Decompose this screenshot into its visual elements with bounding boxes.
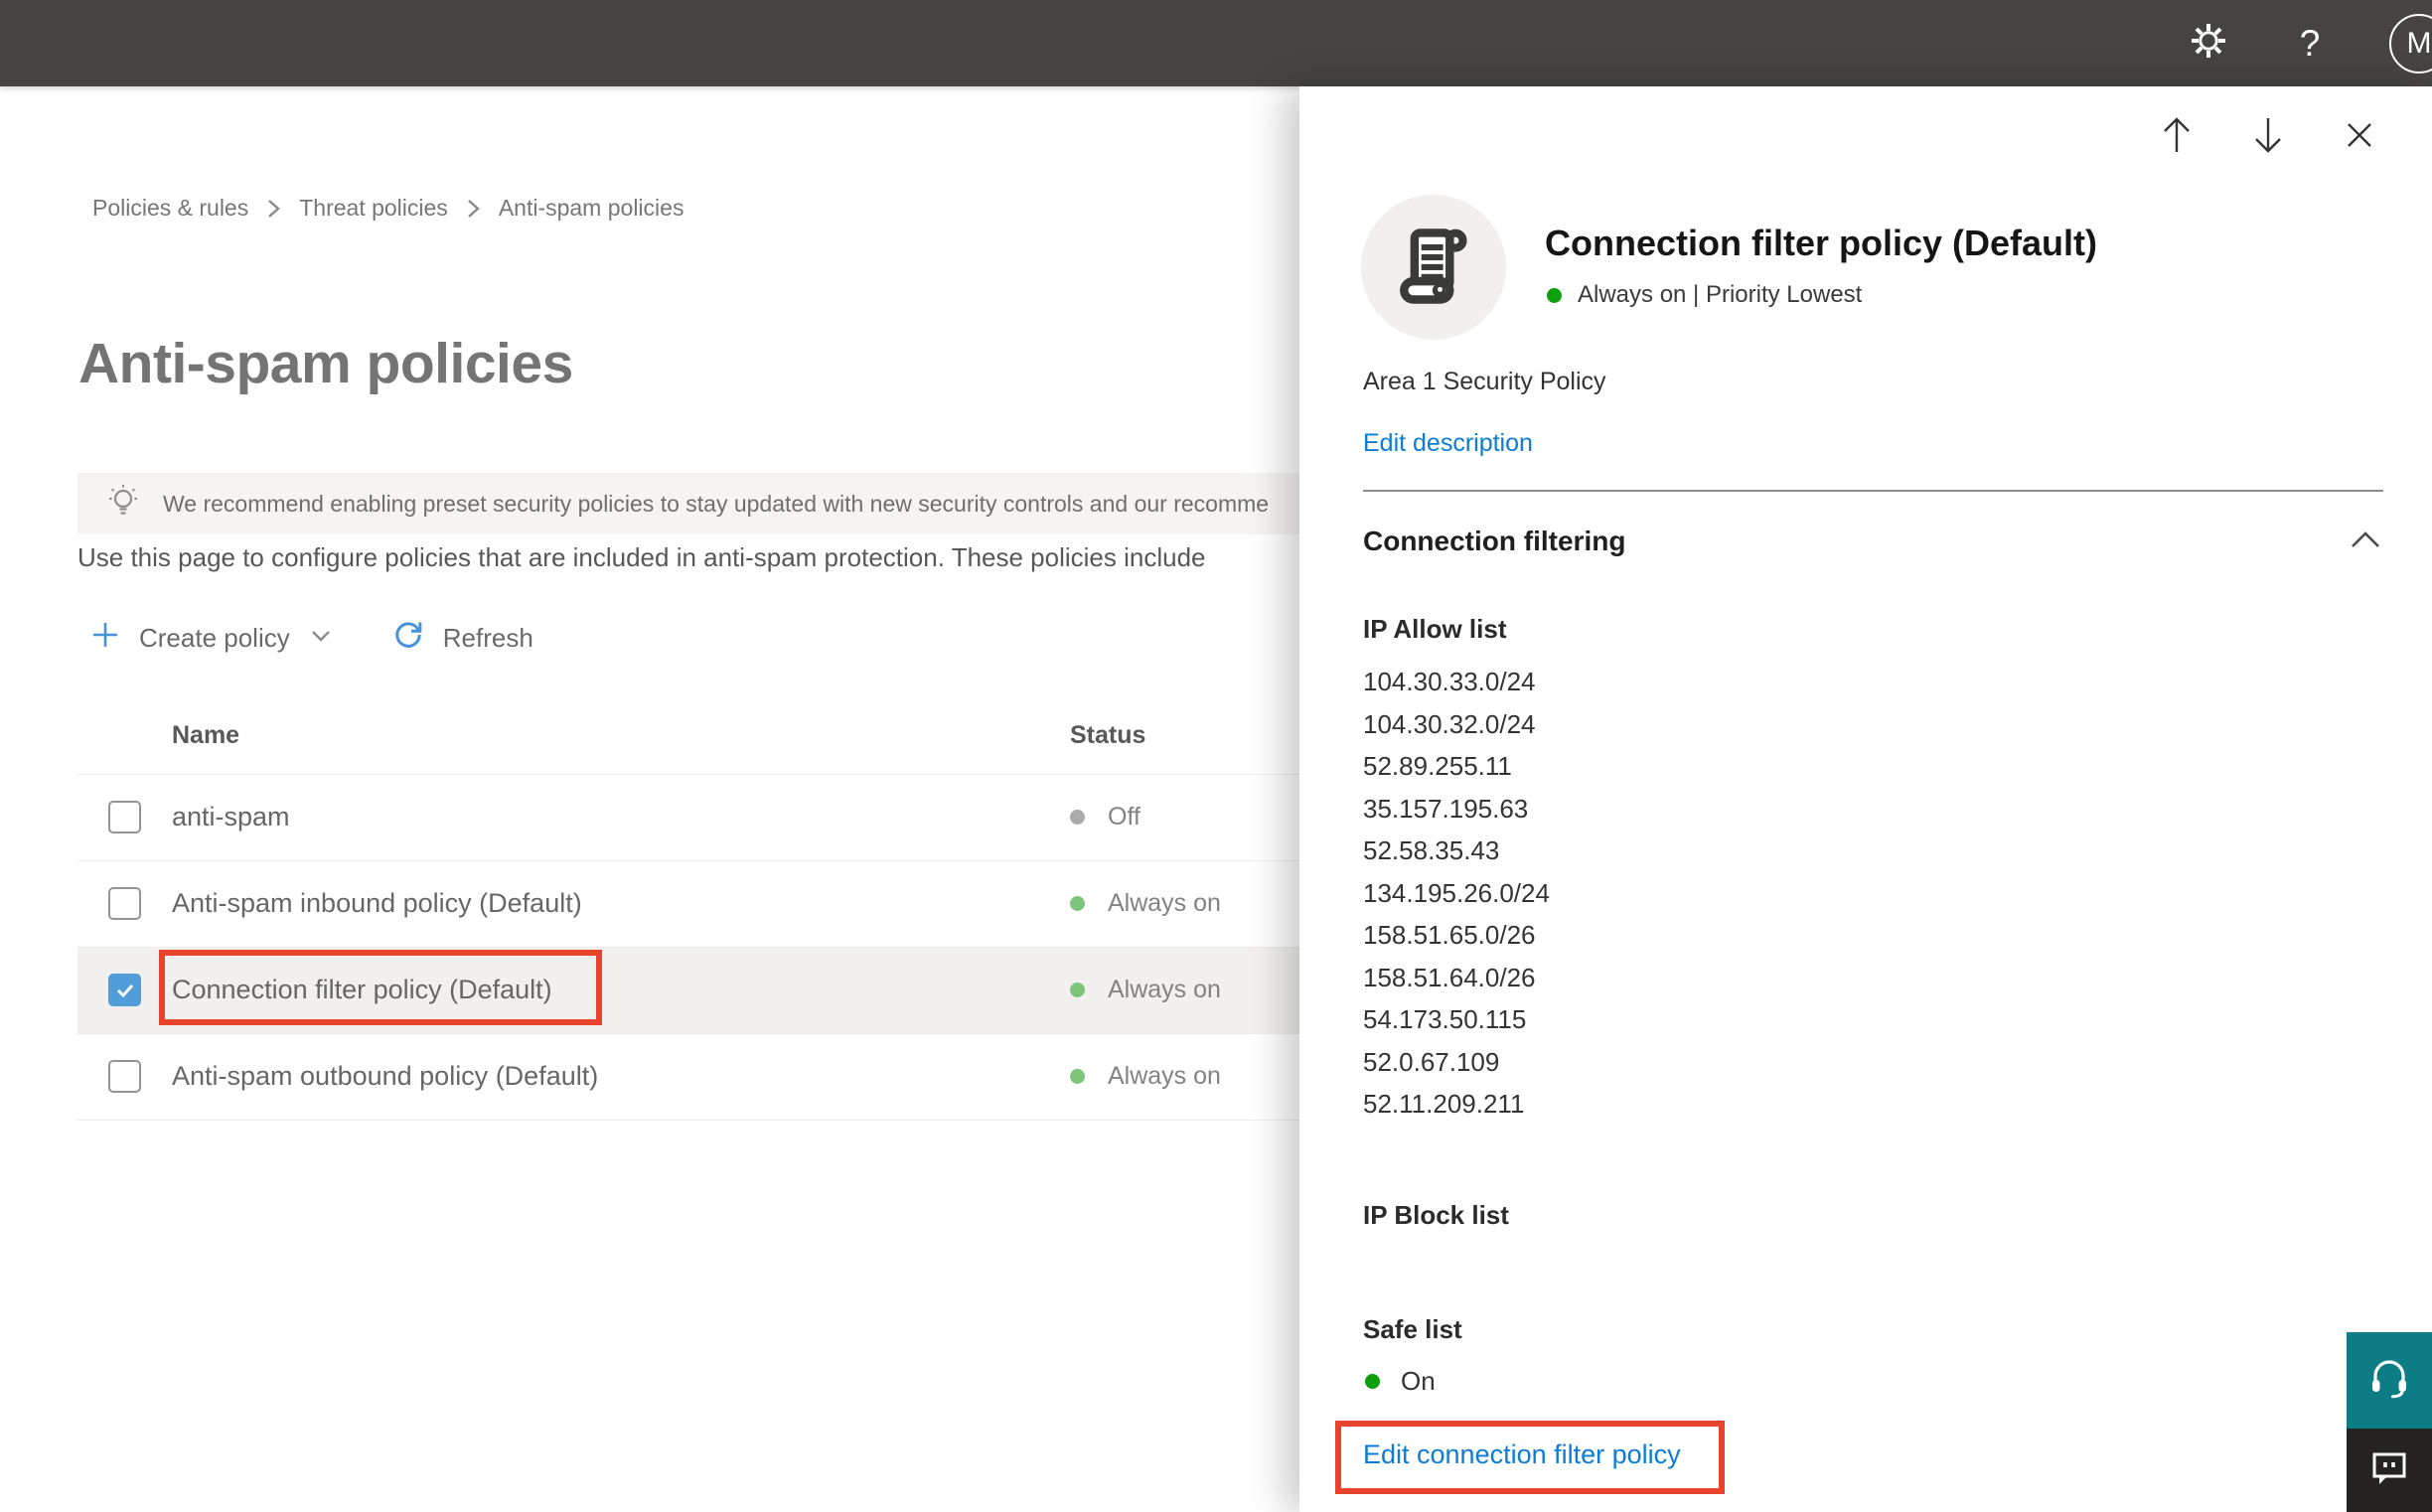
help-button[interactable]: ? (2288, 22, 2332, 66)
policy-name[interactable]: Anti-spam inbound policy (Default) (172, 888, 582, 919)
ip-entry: 104.30.32.0/24 (1363, 708, 1536, 739)
page-title: Anti-spam policies (78, 332, 573, 395)
avatar-initial: M (2406, 26, 2432, 60)
lightbulb-icon (103, 481, 143, 528)
policy-details-flyout: Connection filter policy (Default) Alway… (1299, 86, 2432, 1512)
row-checkbox[interactable] (108, 887, 141, 920)
breadcrumb-anti-spam-policies: Anti-spam policies (498, 195, 684, 221)
headset-icon (2364, 1353, 2414, 1408)
policy-description: Area 1 Security Policy (1363, 368, 1606, 395)
ip-allow-list-heading: IP Allow list (1363, 614, 1507, 644)
safe-list-status: On (1365, 1366, 1436, 1397)
ip-block-list-heading: IP Block list (1363, 1200, 1509, 1230)
safe-list-heading: Safe list (1363, 1314, 1462, 1344)
arrow-down-icon (2249, 114, 2287, 161)
ip-allow-list: 104.30.33.0/24 104.30.32.0/24 52.89.255.… (1363, 661, 1550, 1126)
ip-entry: 104.30.33.0/24 (1363, 667, 1536, 696)
settings-button[interactable] (2187, 22, 2230, 66)
policy-status: Off (1070, 803, 1140, 832)
flyout-title: Connection filter policy (Default) (1545, 223, 2098, 263)
refresh-button[interactable]: Refresh (391, 618, 533, 659)
breadcrumb-threat-policies[interactable]: Threat policies (299, 195, 448, 222)
edit-connection-filter-policy-link[interactable]: Edit connection filter policy (1363, 1439, 1681, 1470)
safe-list-value: On (1401, 1366, 1436, 1396)
section-title-connection-filtering: Connection filtering (1363, 526, 1626, 556)
ip-entry: 52.89.255.11 (1363, 751, 1512, 781)
policy-name[interactable]: Connection filter policy (Default) (172, 975, 552, 1005)
chevron-right-icon (465, 197, 482, 221)
help-icon: ? (2299, 23, 2321, 64)
flyout-status-text: Always on | Priority Lowest (1578, 281, 1863, 308)
collapse-section-button[interactable] (2348, 528, 2383, 558)
banner-text: We recommend enabling preset security po… (163, 490, 1270, 517)
feedback-button[interactable] (2347, 1429, 2432, 1512)
close-icon (2343, 118, 2376, 157)
status-dot-off (1070, 810, 1085, 825)
status-dot-on (1365, 1374, 1380, 1389)
status-label: Always on (1108, 889, 1221, 917)
policy-name[interactable]: anti-spam (172, 802, 290, 832)
status-label: Off (1108, 803, 1140, 831)
gear-icon (2188, 20, 2229, 67)
add-icon (89, 619, 121, 658)
edit-description-link[interactable]: Edit description (1363, 429, 1533, 458)
row-checkbox[interactable] (108, 1060, 141, 1093)
row-checkbox[interactable] (108, 801, 141, 833)
account-avatar[interactable]: M (2389, 13, 2432, 74)
create-policy-button[interactable]: Create policy (89, 619, 334, 658)
status-dot-on (1547, 287, 1562, 303)
ip-entry: 52.11.209.211 (1363, 1089, 1525, 1119)
top-app-bar: ? M (0, 0, 2432, 86)
column-header-status[interactable]: Status (1070, 721, 1145, 750)
ip-entry: 134.195.26.0/24 (1363, 877, 1550, 908)
support-button[interactable] (2347, 1332, 2432, 1429)
chevron-right-icon (265, 197, 282, 221)
status-label: Always on (1108, 1062, 1221, 1090)
policy-name[interactable]: Anti-spam outbound policy (Default) (172, 1061, 598, 1092)
ip-entry: 52.0.67.109 (1363, 1046, 1500, 1077)
policy-icon-circle (1361, 195, 1506, 340)
row-checkbox-checked[interactable] (108, 974, 141, 1006)
policy-status: Always on (1070, 976, 1221, 1004)
previous-item-button[interactable] (2154, 114, 2200, 160)
policy-status: Always on (1070, 889, 1221, 918)
ip-entry: 158.51.64.0/26 (1363, 962, 1536, 992)
arrow-up-icon (2158, 114, 2196, 161)
chevron-down-icon (308, 623, 334, 654)
status-dot-on (1070, 1069, 1085, 1084)
breadcrumb: Policies & rules Threat policies Anti-sp… (92, 195, 684, 222)
divider (1363, 490, 2383, 492)
close-flyout-button[interactable] (2337, 114, 2382, 160)
scroll-policy-icon (1388, 220, 1479, 316)
breadcrumb-policies-rules[interactable]: Policies & rules (92, 195, 248, 222)
create-policy-label: Create policy (139, 622, 290, 653)
chevron-up-icon (2348, 531, 2383, 557)
ip-entry: 35.157.195.63 (1363, 793, 1529, 824)
status-dot-on (1070, 983, 1085, 997)
flyout-status-line: Always on | Priority Lowest (1547, 281, 1862, 309)
refresh-label: Refresh (442, 622, 533, 653)
next-item-button[interactable] (2245, 114, 2291, 160)
ip-entry: 54.173.50.115 (1363, 1004, 1527, 1034)
status-label: Always on (1108, 976, 1221, 1003)
refresh-icon (391, 618, 425, 659)
feedback-icon (2367, 1446, 2411, 1495)
policy-status: Always on (1070, 1062, 1221, 1091)
command-bar: Create policy Refresh (89, 613, 533, 663)
status-dot-on (1070, 896, 1085, 911)
ip-entry: 158.51.65.0/26 (1363, 920, 1536, 950)
column-header-name[interactable]: Name (172, 721, 239, 750)
ip-entry: 52.58.35.43 (1363, 835, 1500, 865)
